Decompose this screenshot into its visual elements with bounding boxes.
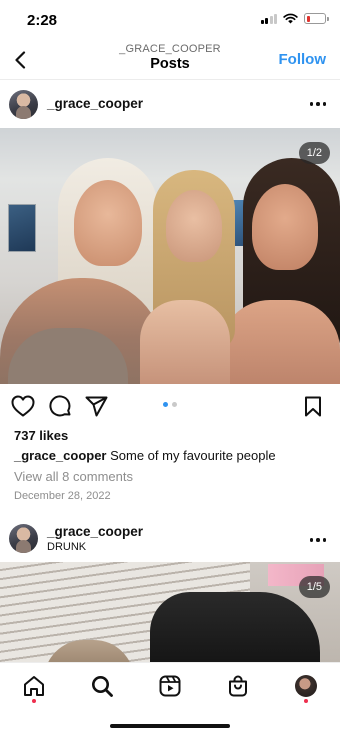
likes-count[interactable]: 737 likes: [14, 428, 68, 443]
bookmark-icon: [305, 396, 321, 416]
reels-icon: [159, 675, 181, 697]
home-indicator: [110, 724, 230, 728]
profile-avatar-icon: [295, 675, 317, 697]
post-image[interactable]: 1/5: [0, 562, 340, 662]
image-counter: 1/5: [298, 576, 330, 598]
more-horizontal-icon: [309, 102, 313, 106]
home-notification-dot: [32, 699, 36, 703]
post-header: _grace_cooper DRUNK: [0, 514, 340, 562]
wifi-icon: [283, 13, 298, 24]
posts-header: _GRACE_COOPER Posts Follow: [0, 40, 340, 80]
caption-username[interactable]: _grace_cooper: [14, 448, 107, 463]
post-date: December 28, 2022: [14, 490, 111, 502]
save-button[interactable]: [300, 393, 326, 419]
carousel-dot-active: [163, 402, 168, 407]
tab-home[interactable]: [21, 673, 47, 699]
search-icon: [92, 676, 113, 697]
tab-profile[interactable]: [293, 673, 319, 699]
shop-bag-icon: [229, 675, 247, 697]
caption: _grace_cooper Some of my favourite peopl…: [14, 448, 276, 463]
view-comments-link[interactable]: View all 8 comments: [14, 469, 133, 484]
post-username[interactable]: _grace_cooper: [47, 524, 143, 539]
status-time: 2:28: [27, 12, 58, 29]
profile-notification-dot: [304, 699, 308, 703]
post-username[interactable]: _grace_cooper: [47, 96, 143, 111]
battery-icon: [304, 13, 329, 24]
tab-shop[interactable]: [225, 673, 251, 699]
post-image[interactable]: 1/2: [0, 128, 340, 384]
post-actions: [0, 384, 340, 426]
carousel-dots: [0, 402, 340, 407]
post-header: _grace_cooper: [0, 80, 340, 128]
post-location[interactable]: DRUNK: [47, 541, 86, 553]
avatar[interactable]: [9, 524, 38, 553]
signal-icon: [260, 13, 277, 24]
avatar[interactable]: [9, 90, 38, 119]
bottom-tab-bar: [0, 662, 340, 712]
more-horizontal-icon: [309, 538, 313, 542]
caption-text: Some of my favourite people: [106, 448, 276, 463]
more-options-button[interactable]: [308, 534, 329, 546]
status-icons: [260, 13, 329, 24]
tab-reels[interactable]: [157, 673, 183, 699]
status-bar: 2:28: [0, 0, 340, 40]
home-icon: [24, 676, 44, 696]
tab-search[interactable]: [89, 673, 115, 699]
image-counter: 1/2: [298, 142, 330, 164]
carousel-dot: [172, 402, 177, 407]
follow-button[interactable]: Follow: [279, 51, 327, 68]
more-options-button[interactable]: [308, 98, 329, 110]
